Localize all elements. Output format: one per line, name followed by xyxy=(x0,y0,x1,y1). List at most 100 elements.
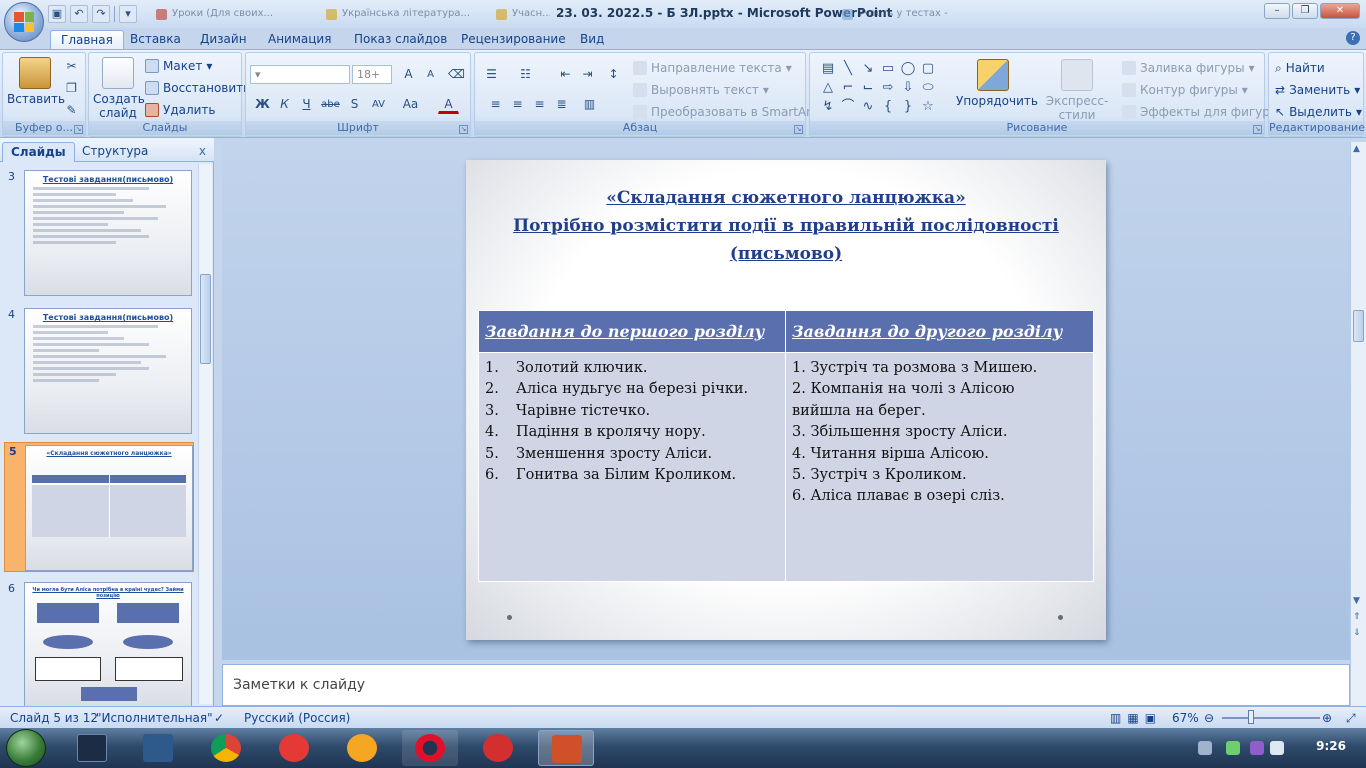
zoom-out-icon[interactable]: ⊖ xyxy=(1204,711,1214,725)
slides-pane-scrollbar[interactable] xyxy=(198,164,212,704)
tab-slides[interactable]: Слайды xyxy=(2,142,75,162)
redo-icon[interactable]: ↷ xyxy=(92,5,110,23)
undo-icon[interactable]: ↶ xyxy=(70,5,88,23)
language-indicator[interactable]: Русский (Россия) xyxy=(244,711,350,725)
save-icon[interactable]: ▣ xyxy=(48,5,66,23)
delete-slide-button[interactable]: Удалить xyxy=(145,101,216,119)
format-painter-icon[interactable]: ✎ xyxy=(61,101,82,120)
select-button[interactable]: ↖ Выделить ▾ xyxy=(1275,103,1362,121)
tab-design[interactable]: Дизайн xyxy=(190,30,257,50)
cut-icon[interactable]: ✂ xyxy=(61,57,82,76)
zoom-in-icon[interactable]: ⊕ xyxy=(1322,711,1332,725)
scroll-down-icon[interactable]: ▼ xyxy=(1353,596,1360,606)
start-button[interactable] xyxy=(6,729,46,767)
text-direction-button[interactable]: Направление текста ▾ xyxy=(633,59,792,77)
line-spacing-icon[interactable]: ↕ xyxy=(603,65,624,84)
maximize-button[interactable]: ❐ xyxy=(1292,3,1318,19)
notes-pane[interactable]: Заметки к слайду xyxy=(222,664,1350,706)
tab-outline[interactable]: Структура xyxy=(74,142,156,162)
tab-home[interactable]: Главная xyxy=(50,30,124,50)
elbow-shape-icon[interactable]: ⌐ xyxy=(838,78,858,97)
scrollbar-thumb[interactable] xyxy=(200,274,211,364)
justify-icon[interactable]: ≣ xyxy=(551,95,572,114)
slide-thumbnail[interactable]: 4 Тестові завдання(письмово) xyxy=(4,306,194,438)
background-tab[interactable]: Участь у тестах - xyxy=(836,4,1006,24)
zoom-slider-thumb[interactable] xyxy=(1248,710,1254,724)
taskbar-app[interactable] xyxy=(470,730,526,766)
rectangle-shape-icon[interactable]: ▭ xyxy=(878,59,898,78)
tab-view[interactable]: Вид xyxy=(570,30,614,50)
smartart-button[interactable]: Преобразовать в SmartArt▾ xyxy=(633,103,826,121)
table-cell[interactable]: 1. Золотий ключик. 2. Аліса нудьгує на бере… xyxy=(478,352,786,582)
italic-button[interactable]: К xyxy=(274,95,295,114)
shrink-font-icon[interactable]: A xyxy=(420,65,441,84)
close-pane-icon[interactable]: x xyxy=(199,144,206,158)
taskbar-app[interactable] xyxy=(64,730,120,766)
scrollbar-thumb[interactable] xyxy=(1353,310,1364,342)
tab-review[interactable]: Рецензирование xyxy=(451,30,576,50)
down-arrow-shape-icon[interactable]: ⇩ xyxy=(898,78,918,97)
char-spacing-button[interactable]: AV xyxy=(368,95,389,114)
font-size-box[interactable]: 18+ xyxy=(352,65,392,84)
taskbar-app[interactable] xyxy=(266,730,322,766)
launcher-icon[interactable]: ↘ xyxy=(459,125,468,134)
zoom-level[interactable]: 67% xyxy=(1172,711,1199,725)
connector-shape-icon[interactable]: ⌙ xyxy=(858,78,878,97)
flowchart-shape-icon[interactable]: ⬭ xyxy=(918,78,938,97)
font-family-box[interactable]: ▾ xyxy=(250,65,350,84)
clear-format-icon[interactable]: ⌫ xyxy=(446,65,467,84)
taskbar-app-active[interactable] xyxy=(538,730,594,766)
prev-slide-icon[interactable]: ⇑ xyxy=(1353,612,1361,622)
slide-canvas[interactable]: «Складання сюжетного ланцюжка» Потрібно … xyxy=(466,160,1106,640)
font-color-button[interactable]: A xyxy=(438,95,459,114)
launcher-icon[interactable]: ↘ xyxy=(74,125,83,134)
taskbar-app[interactable] xyxy=(402,730,458,766)
tray-arrow-icon[interactable] xyxy=(1198,741,1212,755)
bold-button[interactable]: Ж xyxy=(252,95,273,114)
find-button[interactable]: ⌕ Найти xyxy=(1275,59,1325,77)
slideshow-view-icon[interactable]: ▣ xyxy=(1145,711,1162,725)
slide-table[interactable]: Завдання до першого розділу Завдання до … xyxy=(478,310,1094,582)
strikethrough-button[interactable]: abe xyxy=(320,95,341,114)
bullets-icon[interactable]: ☰ xyxy=(481,65,502,84)
right-arrow-shape-icon[interactable]: ⇨ xyxy=(878,78,898,97)
shadow-button[interactable]: S xyxy=(344,95,365,114)
reset-button[interactable]: Восстановить xyxy=(145,79,250,97)
next-slide-icon[interactable]: ⇓ xyxy=(1353,628,1361,638)
quick-styles-button[interactable]: Экспресс-стили xyxy=(1034,59,1120,122)
launcher-icon[interactable]: ↘ xyxy=(1253,125,1262,134)
arrange-button[interactable]: Упорядочить xyxy=(956,59,1038,108)
shape-outline-button[interactable]: Контур фигуры ▾ xyxy=(1122,81,1248,99)
scroll-up-icon[interactable]: ▲ xyxy=(1353,144,1360,154)
background-tab[interactable]: Учасн... xyxy=(490,4,550,24)
brace-right-shape-icon[interactable]: } xyxy=(898,97,918,116)
freeform-shape-icon[interactable]: ∿ xyxy=(858,97,878,116)
star-shape-icon[interactable]: ☆ xyxy=(918,97,938,116)
close-button[interactable]: ✕ xyxy=(1320,3,1360,19)
network-icon[interactable] xyxy=(1226,741,1240,755)
fit-window-icon[interactable]: ⤢ xyxy=(1346,711,1356,726)
table-cell[interactable]: 1. Зустріч та розмова з Мишею. 2. Компані… xyxy=(785,352,1094,582)
paste-button[interactable]: Вставить xyxy=(7,57,65,106)
slide-thumbnail[interactable]: 3 Тестові завдання(письмово) xyxy=(4,168,194,300)
curve-arrow-shape-icon[interactable]: ↯ xyxy=(818,97,838,116)
arrow-shape-icon[interactable]: ↘ xyxy=(858,59,878,78)
align-left-icon[interactable]: ≡ xyxy=(485,95,506,114)
spellcheck-icon[interactable]: ✓ xyxy=(214,711,224,725)
columns-icon[interactable]: ▥ xyxy=(579,95,600,114)
shapes-gallery[interactable]: ▤ ╲ ↘ ▭ ◯ ▢ △ ⌐ ⌙ ⇨ ⇩ ⬭ ↯ ⌒ ∿{} ☆ xyxy=(818,59,938,117)
underline-button[interactable]: Ч xyxy=(296,95,317,114)
shape-effects-button[interactable]: Эффекты для фигур▾ xyxy=(1122,103,1280,121)
layout-button[interactable]: Макет ▾ xyxy=(145,57,212,75)
taskbar-app[interactable] xyxy=(198,730,254,766)
grow-font-icon[interactable]: A xyxy=(398,65,419,84)
background-tab[interactable]: Українська література... xyxy=(320,4,490,24)
slide-sorter-icon[interactable]: ▦ xyxy=(1127,711,1144,725)
minimize-button[interactable]: – xyxy=(1264,3,1290,19)
slide-title[interactable]: «Складання сюжетного ланцюжка» Потрібно … xyxy=(486,184,1086,268)
numbering-icon[interactable]: ☷ xyxy=(515,65,536,84)
tab-insert[interactable]: Вставка xyxy=(120,30,191,50)
tab-slideshow[interactable]: Показ слайдов xyxy=(344,30,457,50)
slide-thumbnail[interactable]: 6 Чи могла бути Аліса потрібна в країні … xyxy=(4,580,194,712)
taskbar-app[interactable] xyxy=(130,730,186,766)
